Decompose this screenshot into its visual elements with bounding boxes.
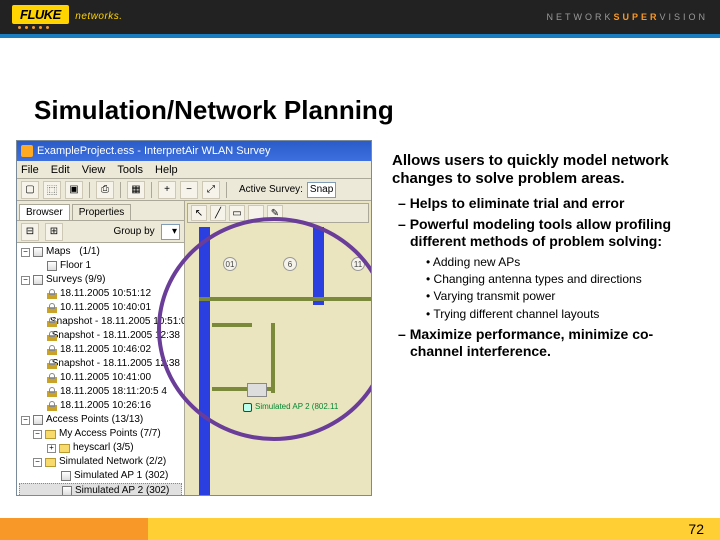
page-number: 72 <box>688 521 704 537</box>
logo-dots <box>18 26 123 29</box>
slide-title: Simulation/Network Planning <box>34 95 394 126</box>
active-survey-label: Active Survey: <box>239 184 303 195</box>
folder-icon <box>45 430 56 439</box>
panel-tabs: Browser Properties <box>17 201 184 221</box>
folder-icon <box>45 458 56 467</box>
collapse-icon[interactable]: − <box>21 416 30 425</box>
brand-header: FLUKE networks. NETWORKSUPERVISION <box>0 0 720 34</box>
menu-tools[interactable]: Tools <box>117 164 143 176</box>
group-by-label: Group by <box>114 226 155 237</box>
lock-icon <box>47 289 57 299</box>
lock-icon <box>47 345 57 355</box>
slide-bullets: Allows users to quickly model network ch… <box>392 152 700 365</box>
header-accent-bar <box>0 34 720 38</box>
lead-text: Allows users to quickly model network ch… <box>392 152 700 189</box>
ap-marker[interactable] <box>243 403 252 412</box>
folder-icon <box>33 275 43 285</box>
collapse-icon[interactable]: − <box>33 430 42 439</box>
paint-icon[interactable]: ✎ <box>267 205 283 221</box>
fluke-logo: FLUKE networks. <box>12 6 123 29</box>
print-icon[interactable]: ⎙ <box>96 181 114 199</box>
zoom-out-icon[interactable]: − <box>180 181 198 199</box>
folder-icon <box>33 415 43 425</box>
brick-wall-icon[interactable] <box>248 205 264 221</box>
bullet-l1: Helps to eliminate trial and error <box>410 195 700 212</box>
bullet-l2: Adding new APs <box>436 255 700 270</box>
logo-subtext: networks. <box>75 11 122 22</box>
drawing-palette: ↖ ╱ ▭ ✎ <box>187 203 369 223</box>
collapse-icon[interactable]: ⊞ <box>45 223 63 241</box>
menu-edit[interactable]: Edit <box>51 164 70 176</box>
lock-icon <box>47 401 57 411</box>
footer-main: 72 <box>148 518 720 540</box>
bullet-l2: Varying transmit power <box>436 289 700 304</box>
lock-icon <box>47 359 49 369</box>
wall-segment <box>199 297 371 301</box>
tab-browser[interactable]: Browser <box>19 204 70 220</box>
active-survey-dropdown[interactable]: Snap <box>307 182 336 198</box>
tree-view[interactable]: −Maps (1/1) Floor 1 −Surveys (9/9) 18.11… <box>17 243 184 495</box>
app-icon <box>21 145 33 157</box>
ap-label: Simulated AP 2 (802.11 <box>255 402 338 411</box>
footer-accent <box>0 518 148 540</box>
pointer-icon[interactable]: ↖ <box>191 205 207 221</box>
bullet-l1: Powerful modeling tools allow profiling … <box>410 216 700 251</box>
footer-bar: 72 <box>0 518 720 540</box>
zoom-fit-icon[interactable]: ⤢ <box>202 181 220 199</box>
grid-icon[interactable]: ▦ <box>127 181 145 199</box>
lock-icon <box>47 387 57 397</box>
expand-icon[interactable]: + <box>47 444 56 453</box>
collapse-icon[interactable]: − <box>33 458 42 467</box>
bullet-l1: Maximize performance, minimize co-channe… <box>410 326 700 361</box>
bullet-l2: Trying different channel layouts <box>436 307 700 322</box>
zoom-in-icon[interactable]: + <box>158 181 176 199</box>
new-icon[interactable]: ▢ <box>21 181 39 199</box>
expand-icon[interactable]: ⊟ <box>21 223 39 241</box>
wall-icon[interactable]: ╱ <box>210 205 226 221</box>
folder-icon <box>59 444 70 453</box>
menu-view[interactable]: View <box>82 164 106 176</box>
group-by-dropdown[interactable]: ▾ <box>161 224 180 240</box>
collapse-icon[interactable]: − <box>21 276 30 285</box>
save-icon[interactable]: ▣ <box>65 181 83 199</box>
ap-badge: 11 <box>351 257 365 271</box>
lock-icon <box>47 303 57 313</box>
tree-toolbar: ⊟ ⊞ Group by ▾ <box>17 221 184 243</box>
window-title: ExampleProject.ess - InterpretAir WLAN S… <box>37 145 271 157</box>
menu-file[interactable]: File <box>21 164 39 176</box>
ap-icon <box>61 471 71 481</box>
lock-icon <box>47 373 57 383</box>
tree-selected-item: Simulated AP 2 (302) <box>19 483 182 495</box>
ap-icon <box>62 486 72 495</box>
map-icon <box>47 261 57 271</box>
bullet-l2: Changing antenna types and directions <box>436 272 700 287</box>
main-toolbar: ▢ ⿴ ▣ ⎙ ▦ + − ⤢ Active Survey: Snap <box>17 179 371 201</box>
wall-segment <box>212 323 252 327</box>
left-panel: Browser Properties ⊟ ⊞ Group by ▾ −Maps … <box>17 201 185 495</box>
ap-badge: 6 <box>283 257 297 271</box>
rect-icon[interactable]: ▭ <box>229 205 245 221</box>
lock-icon <box>47 331 49 341</box>
floorplan-canvas[interactable]: ↖ ╱ ▭ ✎ 01 6 11 10 9 8 Si <box>185 201 371 495</box>
open-icon[interactable]: ⿴ <box>43 181 61 199</box>
laptop-icon <box>247 383 267 397</box>
menu-bar: File Edit View Tools Help <box>17 161 371 179</box>
wall-segment <box>199 227 210 495</box>
app-screenshot: ExampleProject.ess - InterpretAir WLAN S… <box>16 140 372 496</box>
collapse-icon[interactable]: − <box>21 248 30 257</box>
tagline: NETWORKSUPERVISION <box>546 12 708 22</box>
ap-badge: 01 <box>223 257 237 271</box>
folder-icon <box>33 247 43 257</box>
wall-segment <box>313 227 324 305</box>
logo-text: FLUKE <box>12 5 69 24</box>
tab-properties[interactable]: Properties <box>72 204 132 220</box>
wall-segment <box>271 323 275 393</box>
window-titlebar: ExampleProject.ess - InterpretAir WLAN S… <box>17 141 371 161</box>
menu-help[interactable]: Help <box>155 164 178 176</box>
